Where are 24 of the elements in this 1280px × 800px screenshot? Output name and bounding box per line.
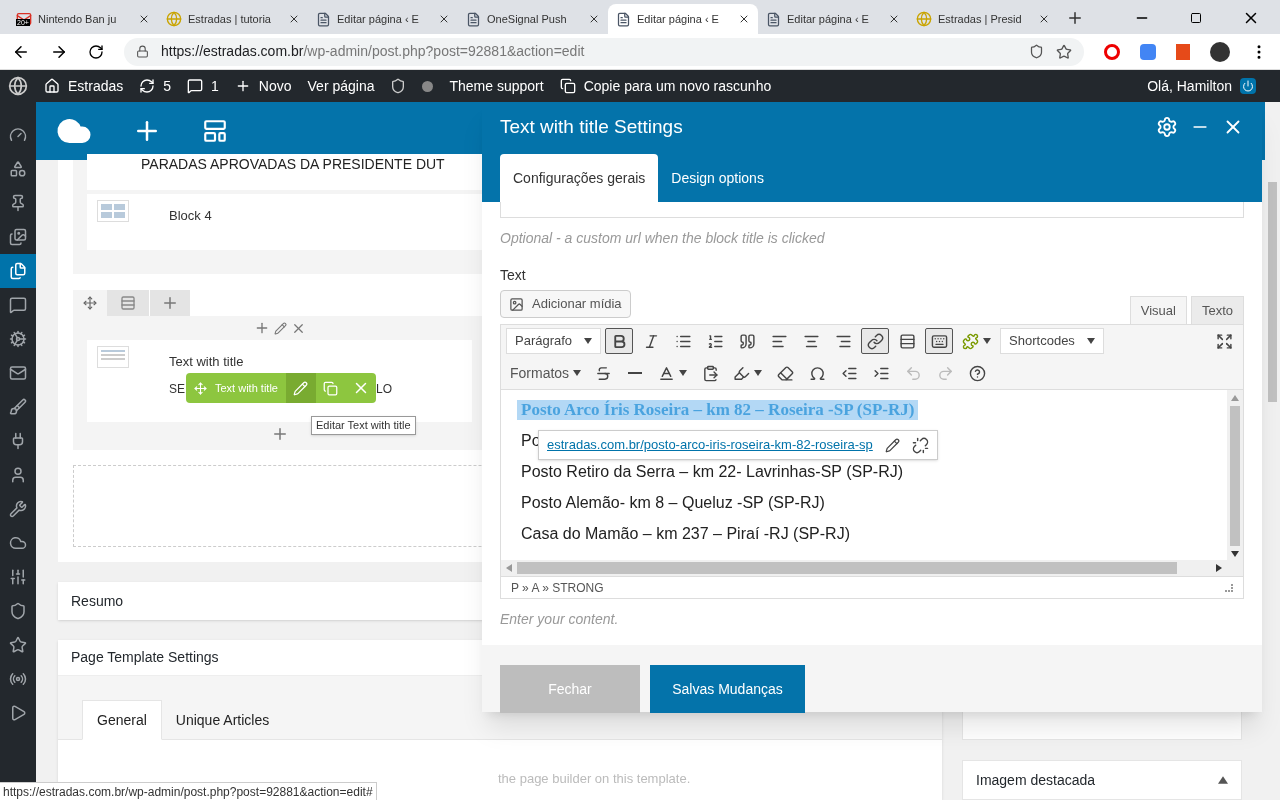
- tab-title: Editar página ‹ E: [787, 11, 870, 27]
- section-heading: PARADAS APROVADAS DA PRESIDENTE DUT: [141, 155, 445, 174]
- tooltip: Editar Text with title: [311, 416, 416, 435]
- content-line: Posto Alemão- km 8 – Queluz -SP (SP-RJ): [521, 493, 825, 513]
- tab-title: Nintendo Ban ju: [38, 11, 118, 27]
- content-line: Posto Retiro da Serra – km 22- Lavrinhas-SP (SP-RJ): [521, 462, 904, 482]
- tab-title: OneSignal Push: [487, 11, 568, 27]
- tab-title: Estradas | Presid: [938, 11, 1023, 27]
- modal-title: Text with title Settings: [500, 114, 683, 139]
- field-label: Text: [500, 266, 527, 285]
- tab-title: Editar página ‹ E: [637, 11, 720, 27]
- element-excerpt: LO: [376, 380, 392, 398]
- tab-title: Editar página ‹ E: [337, 11, 420, 27]
- template-note: the page builder on this template.: [498, 771, 691, 786]
- url-text: https://estradas.com.br/wp-admin/post.php?post=92881&action=edit: [161, 42, 586, 61]
- element-path: P » A » STRONG: [511, 579, 604, 597]
- tab-title: Estradas | tutoria: [188, 11, 272, 27]
- block-title: Block 4: [169, 207, 212, 225]
- element-excerpt: SE: [169, 380, 185, 398]
- element-title: Text with title: [169, 353, 245, 371]
- content-line: Casa do Mamão – km 237 – Piraí -RJ (SP-RJ): [521, 524, 850, 544]
- help-text: Optional - a custom url when the block title is clicked: [500, 229, 826, 248]
- help-text: Enter your content.: [500, 610, 620, 629]
- status-url: https://estradas.com.br/wp-admin/post.php?post=92881&action=edit#: [0, 782, 377, 800]
